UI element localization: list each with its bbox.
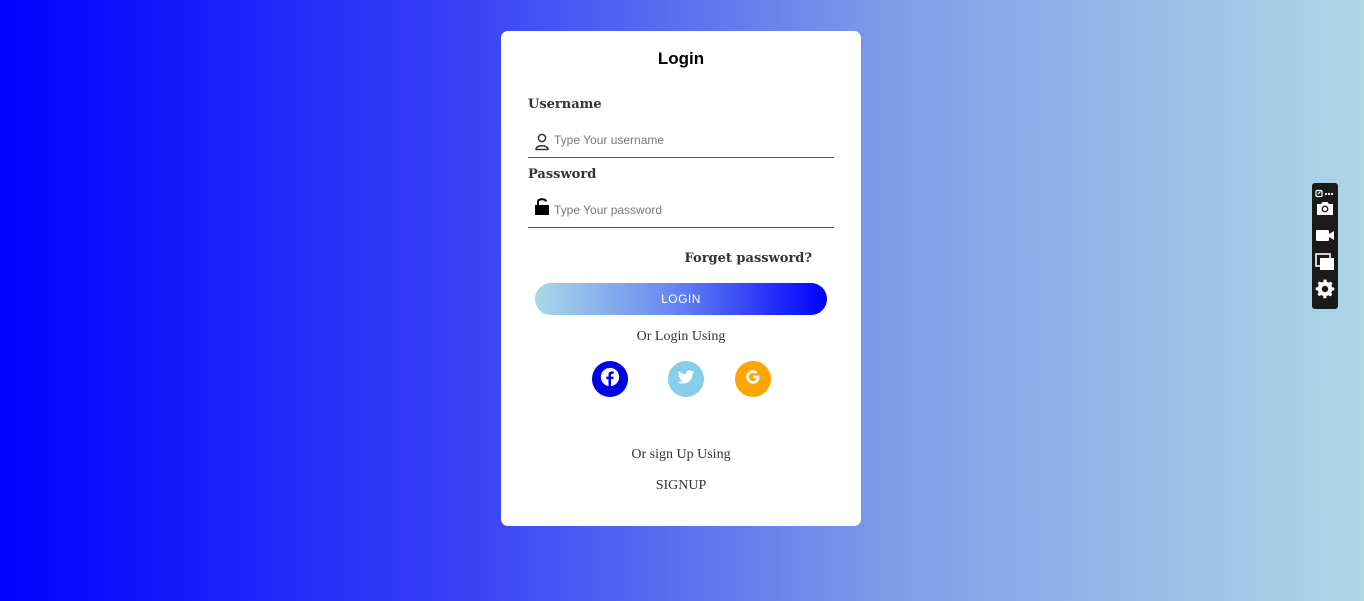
or-signup-text: Or sign Up Using <box>631 447 731 462</box>
or-login-text: Or Login Using <box>636 329 726 344</box>
password-field-container <box>528 195 834 228</box>
gear-icon <box>1315 278 1335 304</box>
login-card: Login Username Password Forget password?… <box>501 31 861 526</box>
toolbar-menu-icon[interactable] <box>1315 186 1335 198</box>
window-capture-button[interactable] <box>1314 252 1336 277</box>
record-button[interactable] <box>1314 226 1336 248</box>
twitter-icon <box>676 367 696 392</box>
user-icon <box>534 133 550 151</box>
password-input[interactable] <box>554 199 824 221</box>
login-button[interactable]: LOGIN <box>535 283 827 315</box>
login-title: Login <box>657 49 705 68</box>
window-icon <box>1315 252 1335 277</box>
screenshot-button[interactable] <box>1314 199 1336 221</box>
capture-toolbar <box>1312 183 1338 309</box>
facebook-icon <box>600 367 620 392</box>
password-label: Password <box>528 167 597 182</box>
settings-button[interactable] <box>1314 278 1336 304</box>
username-field-container <box>528 125 834 158</box>
video-icon <box>1315 225 1335 250</box>
google-button[interactable] <box>735 361 771 397</box>
username-input[interactable] <box>554 129 824 151</box>
camera-icon <box>1315 198 1335 223</box>
signup-link[interactable]: SIGNUP <box>501 478 861 494</box>
unlock-icon <box>534 196 550 215</box>
facebook-button[interactable] <box>592 361 628 397</box>
forgot-password-link[interactable]: Forget password? <box>685 251 813 266</box>
google-icon <box>743 367 763 392</box>
username-label: Username <box>528 97 602 112</box>
twitter-button[interactable] <box>668 361 704 397</box>
